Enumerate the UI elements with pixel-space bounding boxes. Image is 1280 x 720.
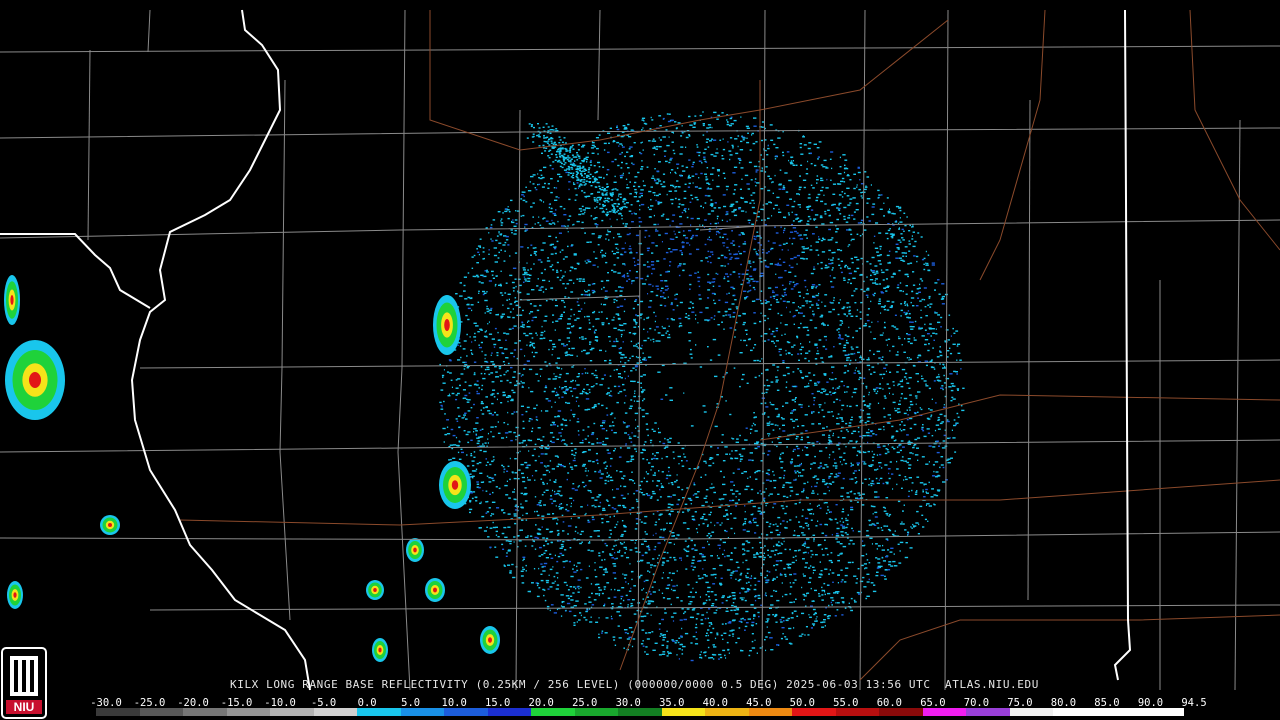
colorbar-segment: [574, 708, 619, 716]
colorbar-segment: [879, 708, 924, 716]
niu-logo: NIU: [1, 647, 47, 719]
colorbar-segment: [966, 708, 1011, 716]
colorbar-segment: [444, 708, 489, 716]
colorbar-segment: [183, 708, 228, 716]
colorbar-segment: [922, 708, 967, 716]
colorbar-segment: [1009, 708, 1054, 716]
colorbar-segment: [357, 708, 402, 716]
colorbar-segment: [661, 708, 706, 716]
colorbar-segment: [400, 708, 445, 716]
scale-label: 94.5: [1181, 697, 1207, 709]
colorbar-segment: [226, 708, 271, 716]
colorbar-segment: [618, 708, 663, 716]
colorbar-segment: [748, 708, 793, 716]
colorbar-segment: [1053, 708, 1098, 716]
product-caption: KILX LONG RANGE BASE REFLECTIVITY (0.25K…: [230, 678, 1039, 691]
colorbar-segment: [835, 708, 880, 716]
colorbar-segment: [139, 708, 184, 716]
colorbar-segment: [313, 708, 358, 716]
logo-text: NIU: [14, 700, 35, 714]
colorbar-segment: [1096, 708, 1141, 716]
colorbar-segment: [705, 708, 750, 716]
colorbar-segment: [487, 708, 532, 716]
reflectivity-colorbar: [96, 708, 1185, 716]
colorbar-segment: [96, 708, 141, 716]
colorbar-segment: [792, 708, 837, 716]
colorbar-segment: [531, 708, 576, 716]
colorbar-segment: [1140, 708, 1185, 716]
colorbar-segment: [270, 708, 315, 716]
radar-map: [0, 0, 1280, 720]
